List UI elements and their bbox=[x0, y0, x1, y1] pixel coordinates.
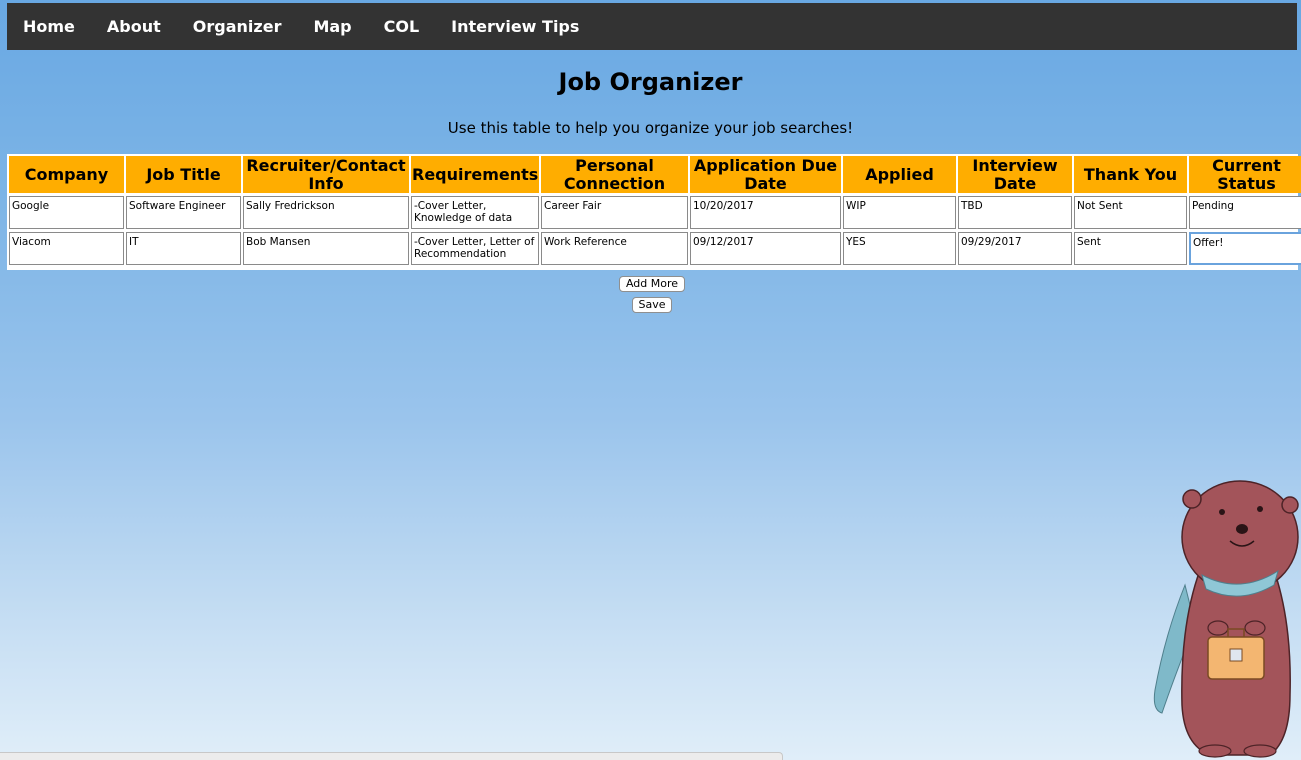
table-cell: Pending bbox=[1189, 195, 1301, 229]
applied-field[interactable]: WIP bbox=[843, 196, 956, 229]
bottom-popup-edge bbox=[0, 752, 783, 760]
header-job-title: Job Title bbox=[126, 156, 241, 193]
table-cell: Work Reference bbox=[541, 231, 688, 265]
table-cell: Offer! bbox=[1189, 231, 1301, 265]
job-title-field[interactable]: IT bbox=[126, 232, 241, 265]
table-cell: Bob Mansen bbox=[243, 231, 409, 265]
table-cell: -Cover Letter, Letter of Recommendation bbox=[411, 231, 539, 265]
nav-link-interview-tips[interactable]: Interview Tips bbox=[435, 3, 595, 50]
header-current-status: Current Status bbox=[1189, 156, 1301, 193]
organizer-table-container: Company Job Title Recruiter/Contact Info… bbox=[7, 154, 1301, 270]
thank-you-field[interactable]: Not Sent bbox=[1074, 196, 1187, 229]
nav-link-map[interactable]: Map bbox=[297, 3, 367, 50]
page-subtitle: Use this table to help you organize your… bbox=[447, 119, 854, 137]
table-row: Viacom IT Bob Mansen -Cover Letter, Lett… bbox=[9, 231, 1301, 265]
company-field[interactable]: Viacom bbox=[9, 232, 124, 265]
requirements-field[interactable]: -Cover Letter, Knowledge of data bbox=[411, 196, 539, 229]
header-personal-connection: Personal Connection bbox=[541, 156, 688, 193]
personal-connection-field[interactable]: Work Reference bbox=[541, 232, 688, 265]
recruiter-contact-field[interactable]: Sally Fredrickson bbox=[243, 196, 409, 229]
table-cell: 09/12/2017 bbox=[690, 231, 841, 265]
table-cell: Google bbox=[9, 195, 124, 229]
header-application-due-date: Application Due Date bbox=[690, 156, 841, 193]
header-recruiter-contact: Recruiter/Contact Info bbox=[243, 156, 409, 193]
table-cell: TBD bbox=[958, 195, 1072, 229]
organizer-table: Company Job Title Recruiter/Contact Info… bbox=[7, 154, 1301, 267]
interview-date-field[interactable]: TBD bbox=[958, 196, 1072, 229]
table-cell: Career Fair bbox=[541, 195, 688, 229]
table-cell: Sent bbox=[1074, 231, 1187, 265]
interview-date-field[interactable]: 09/29/2017 bbox=[958, 232, 1072, 265]
table-cell: Sally Fredrickson bbox=[243, 195, 409, 229]
job-title-field[interactable]: Software Engineer bbox=[126, 196, 241, 229]
recruiter-contact-field[interactable]: Bob Mansen bbox=[243, 232, 409, 265]
add-more-button[interactable]: Add More bbox=[619, 276, 685, 292]
table-cell: 10/20/2017 bbox=[690, 195, 841, 229]
applied-field[interactable]: YES bbox=[843, 232, 956, 265]
requirements-field[interactable]: -Cover Letter, Letter of Recommendation bbox=[411, 232, 539, 265]
header-applied: Applied bbox=[843, 156, 956, 193]
nav-link-about[interactable]: About bbox=[91, 3, 177, 50]
application-due-date-field[interactable]: 10/20/2017 bbox=[690, 196, 841, 229]
table-cell: YES bbox=[843, 231, 956, 265]
application-due-date-field[interactable]: 09/12/2017 bbox=[690, 232, 841, 265]
header-requirements: Requirements bbox=[411, 156, 539, 193]
top-navbar: Home About Organizer Map COL Interview T… bbox=[7, 3, 1297, 50]
table-cell: IT bbox=[126, 231, 241, 265]
thank-you-field[interactable]: Sent bbox=[1074, 232, 1187, 265]
table-cell: WIP bbox=[843, 195, 956, 229]
nav-link-col[interactable]: COL bbox=[368, 3, 436, 50]
table-cell: Viacom bbox=[9, 231, 124, 265]
company-field[interactable]: Google bbox=[9, 196, 124, 229]
table-row: Google Software Engineer Sally Fredricks… bbox=[9, 195, 1301, 229]
personal-connection-field[interactable]: Career Fair bbox=[541, 196, 688, 229]
table-cell: -Cover Letter, Knowledge of data bbox=[411, 195, 539, 229]
current-status-field[interactable]: Pending bbox=[1189, 196, 1301, 229]
nav-link-organizer[interactable]: Organizer bbox=[177, 3, 298, 50]
table-cell: Software Engineer bbox=[126, 195, 241, 229]
header-company: Company bbox=[9, 156, 124, 193]
header-interview-date: Interview Date bbox=[958, 156, 1072, 193]
table-header-row: Company Job Title Recruiter/Contact Info… bbox=[9, 156, 1301, 193]
current-status-field[interactable]: Offer! bbox=[1189, 232, 1301, 265]
save-button[interactable]: Save bbox=[632, 297, 672, 313]
table-cell: 09/29/2017 bbox=[958, 231, 1072, 265]
header-thank-you: Thank You bbox=[1074, 156, 1187, 193]
page-title: Job Organizer bbox=[558, 68, 743, 96]
otter-with-briefcase-icon bbox=[1153, 480, 1299, 758]
table-cell: Not Sent bbox=[1074, 195, 1187, 229]
nav-link-home[interactable]: Home bbox=[7, 3, 91, 50]
